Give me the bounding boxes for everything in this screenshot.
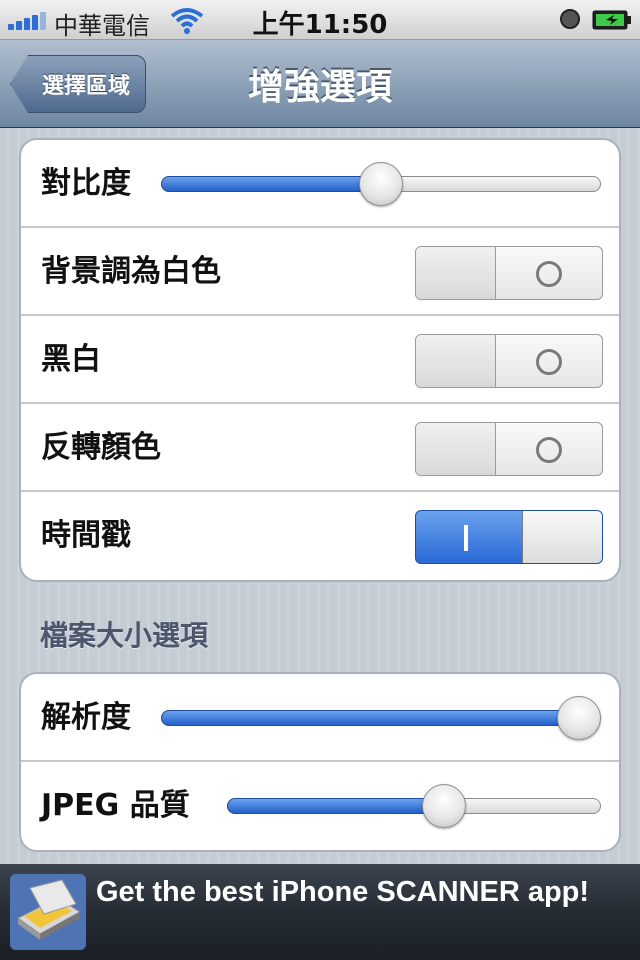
timestamp-row: 時間戳 — [21, 492, 619, 580]
file-size-options-group: 解析度 JPEG 品質 — [19, 672, 621, 852]
black-white-toggle[interactable] — [415, 334, 603, 388]
enhance-options-group: 對比度 背景調為白色 黑白 反轉顏色 時間戳 — [19, 138, 621, 582]
white-background-row: 背景調為白色 — [21, 228, 619, 316]
contrast-row: 對比度 — [21, 140, 619, 228]
file-size-section-header: 檔案大小選項 — [40, 619, 209, 652]
invert-colors-label: 反轉顏色 — [41, 430, 161, 465]
jpeg-quality-slider-fill — [227, 798, 444, 814]
page-title: 增強選項 — [247, 67, 392, 108]
resolution-slider-thumb[interactable] — [557, 696, 601, 740]
alarm-icon — [560, 9, 580, 29]
navigation-bar: 選擇區域 增強選項 — [0, 40, 640, 128]
contrast-label: 對比度 — [41, 166, 131, 201]
black-white-row: 黑白 — [21, 316, 619, 404]
resolution-slider[interactable] — [161, 674, 601, 762]
jpeg-quality-slider-thumb[interactable] — [421, 784, 466, 828]
contrast-slider[interactable] — [161, 140, 601, 228]
status-time: 上午11:50 — [252, 10, 388, 40]
resolution-label: 解析度 — [41, 700, 131, 735]
scanner-app-icon[interactable] — [10, 874, 86, 950]
ad-text[interactable]: Get the best iPhone SCANNER app! — [96, 876, 589, 909]
white-background-label: 背景調為白色 — [41, 254, 221, 289]
resolution-row: 解析度 — [21, 674, 619, 762]
jpeg-quality-label: JPEG 品質 — [41, 788, 190, 823]
jpeg-quality-slider[interactable] — [227, 762, 601, 850]
white-background-toggle[interactable] — [415, 246, 603, 300]
black-white-label: 黑白 — [41, 342, 101, 377]
timestamp-label: 時間戳 — [41, 518, 131, 553]
timestamp-toggle[interactable] — [415, 510, 603, 564]
invert-colors-toggle[interactable] — [415, 422, 603, 476]
contrast-slider-fill — [161, 176, 381, 192]
contrast-slider-thumb[interactable] — [359, 162, 403, 206]
invert-colors-row: 反轉顏色 — [21, 404, 619, 492]
battery-charging-icon — [592, 10, 631, 30]
resolution-slider-fill — [161, 710, 579, 726]
jpeg-quality-row: JPEG 品質 — [21, 762, 619, 850]
ad-banner[interactable]: Get the best iPhone SCANNER app! — [0, 864, 640, 960]
status-bar: 中華電信 上午11:50 — [0, 0, 640, 40]
